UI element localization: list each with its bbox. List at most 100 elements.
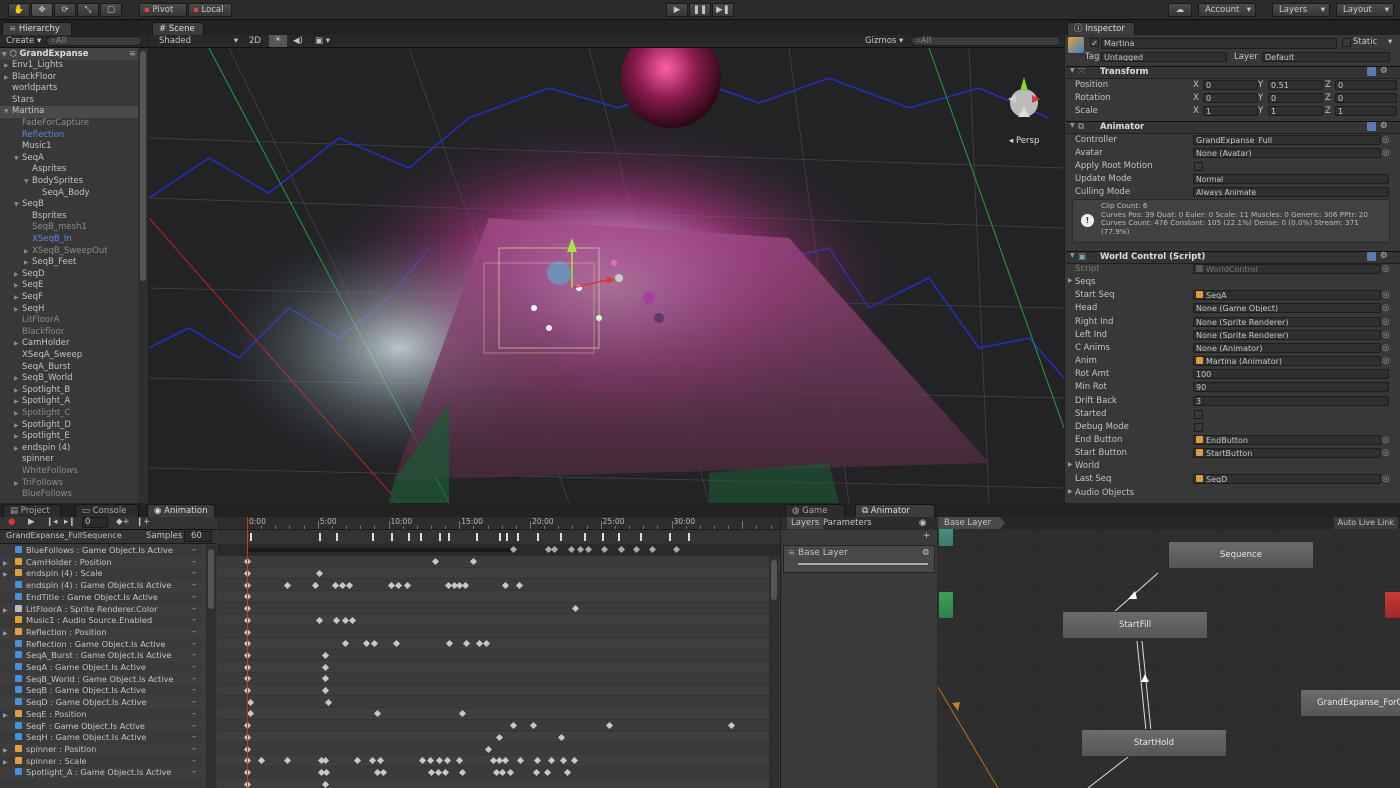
hierarchy-item[interactable]: XSeqB_In [0, 234, 138, 246]
animation-property-row[interactable]: SeqA : Game Object.Is Active – [0, 662, 210, 674]
fold-closed-icon[interactable]: ▶ [14, 478, 22, 490]
animation-property-row[interactable]: endspin (4) : Game Object.Is Active – [0, 580, 210, 592]
animation-property-row[interactable]: ▶ CamHolder : Position – [0, 556, 210, 569]
animation-event-marker[interactable] [419, 533, 422, 541]
animation-event-marker[interactable] [583, 533, 586, 541]
remove-property-icon[interactable]: – [192, 709, 196, 721]
animation-event-marker[interactable] [408, 533, 411, 541]
2d-toggle[interactable]: 2D [249, 36, 261, 46]
fold-closed-icon[interactable]: ▶ [14, 431, 22, 443]
animation-property-row[interactable]: ▶ Reflection : Position – [0, 626, 210, 639]
animator-graph[interactable]: Sequence StartFill StartHold GrandExpans… [938, 517, 1400, 788]
animation-property-row[interactable]: SeqA_Burst : Game Object.Is Active – [0, 650, 210, 662]
transform-y-field[interactable]: 1 [1268, 106, 1323, 116]
hierarchy-item[interactable]: ▶ Spotlight_C [0, 408, 138, 420]
object-picker-icon[interactable]: ◎ [1382, 289, 1389, 302]
fold-open-icon[interactable]: ▼ [14, 153, 22, 165]
script-field-value[interactable]: SeqA [1193, 290, 1381, 301]
remove-property-icon[interactable]: – [192, 697, 196, 709]
fold-closed-icon[interactable]: ▶ [14, 396, 22, 408]
scrollbar-thumb[interactable] [771, 560, 777, 600]
layers-dropdown[interactable]: Layers ▾ [1272, 3, 1330, 17]
hierarchy-item[interactable]: spinner [0, 454, 138, 466]
script-field-value[interactable]: Martina (Animator) [1193, 356, 1381, 367]
record-button[interactable]: ● [8, 517, 15, 527]
fold-closed-icon[interactable]: ▶ [14, 292, 22, 304]
playhead[interactable] [247, 517, 248, 788]
script-field-value[interactable]: None (Sprite Renderer) [1193, 316, 1381, 327]
hand-tool-button[interactable]: ✋ [8, 3, 30, 17]
transform-y-field[interactable]: 0 [1268, 93, 1323, 103]
remove-property-icon[interactable]: – [192, 545, 196, 557]
scene-viewport[interactable]: ◂ [149, 48, 1064, 503]
remove-property-icon[interactable]: – [192, 756, 196, 768]
hierarchy-item[interactable]: ▶ Spotlight_E [0, 431, 138, 443]
pivot-toggle[interactable]: ▪ Pivot [139, 3, 187, 17]
fold-open-icon[interactable]: ▼ [4, 106, 12, 118]
animation-event-marker[interactable] [391, 533, 394, 541]
animation-property-row[interactable]: ▶ spinner : Scale – [0, 755, 210, 768]
script-field-label[interactable]: Seqs [1075, 276, 1095, 289]
root-motion-checkbox[interactable] [1194, 162, 1203, 171]
animation-event-marker[interactable] [319, 533, 322, 541]
animation-property-row[interactable]: Spotlight_A : Game Object.Is Active – [0, 767, 210, 779]
prev-key-button[interactable]: ❙◂ [46, 517, 57, 527]
fold-closed-icon[interactable]: ▶ [14, 338, 22, 350]
animation-property-row[interactable]: ▶ SeqE : Position – [0, 708, 210, 721]
hierarchy-item[interactable]: XSeqA_Sweep [0, 350, 138, 362]
layer-dropdown[interactable]: Default [1262, 52, 1390, 62]
frame-field[interactable]: 0 [82, 517, 108, 528]
animation-property-row[interactable]: BlueFollows : Game Object.Is Active – [0, 545, 210, 557]
hierarchy-item[interactable]: ▶ SeqB_Feet [0, 257, 138, 269]
active-checkbox[interactable]: ✓ [1090, 38, 1099, 49]
eye-icon[interactable]: ◉ [919, 517, 926, 529]
animation-property-row[interactable]: SeqH : Game Object.Is Active – [0, 732, 210, 744]
animation-event-marker[interactable] [517, 533, 520, 541]
remove-property-icon[interactable]: – [192, 744, 196, 756]
animation-property-row[interactable]: SeqF : Game Object.Is Active – [0, 720, 210, 733]
any-state-node[interactable] [938, 591, 954, 619]
transform-x-field[interactable]: 0 [1203, 93, 1258, 103]
layer-item[interactable]: ≡ Base Layer ⚙ [783, 545, 935, 573]
breadcrumb[interactable]: Base Layer [938, 517, 1006, 529]
script-field-value[interactable]: None (Game Object) [1193, 303, 1381, 314]
summary-keyframe[interactable] [567, 545, 576, 554]
animation-event-marker[interactable] [559, 533, 562, 541]
hierarchy-item[interactable]: ▶ Spotlight_D [0, 420, 138, 432]
state-starthold[interactable]: StartHold [1081, 729, 1227, 757]
fold-open-icon[interactable]: ▼ [1070, 122, 1075, 129]
tab-project[interactable]: ▤ Project [3, 504, 61, 517]
script-field-value[interactable]: None (Animator) [1193, 342, 1381, 353]
hierarchy-search-input[interactable]: ⌕All [46, 36, 142, 46]
animator-culling-field[interactable]: Always Animate [1193, 187, 1389, 197]
animation-property-row[interactable]: ▶ endspin (4) : Scale – [0, 568, 210, 581]
shading-dropdown[interactable]: Shaded ▾ [159, 36, 238, 46]
transform-z-field[interactable]: 1 [1335, 106, 1397, 116]
transform-x-field[interactable]: 1 [1203, 106, 1258, 116]
fold-closed-icon[interactable]: ▶ [14, 408, 22, 420]
static-checkbox[interactable] [1342, 38, 1351, 47]
remove-property-icon[interactable]: – [192, 580, 196, 592]
fold-closed-icon[interactable]: ▶ [14, 304, 22, 316]
hierarchy-item[interactable]: ▶ Spotlight_B [0, 385, 138, 397]
play-button[interactable]: ▶ [666, 3, 688, 17]
static-dropdown-icon[interactable]: ▾ [1388, 37, 1392, 47]
summary-keyframe[interactable] [633, 545, 641, 554]
tab-animation[interactable]: ◉ Animation [147, 504, 215, 517]
dopesheet[interactable]: 0:00 5:00 10:00 15:00 20:00 25:00 30:00 [217, 517, 780, 788]
object-picker-icon[interactable]: ◎ [1382, 316, 1389, 329]
fold-closed-icon[interactable]: ▶ [4, 72, 12, 84]
remove-property-icon[interactable]: – [192, 685, 196, 697]
object-picker-icon[interactable]: ◎ [1382, 263, 1389, 276]
hierarchy-item[interactable]: ▶ Spotlight_A [0, 396, 138, 408]
summary-row[interactable] [217, 544, 780, 556]
rect-tool-button[interactable]: ▢ [100, 3, 122, 17]
gear-icon[interactable]: ⚙ [922, 548, 930, 558]
fold-closed-icon[interactable]: ▶ [1068, 461, 1073, 468]
object-picker-icon[interactable]: ◎ [1382, 302, 1389, 315]
script-field-value[interactable]: SeqD [1193, 474, 1381, 485]
state-startfill[interactable]: StartFill [1062, 611, 1208, 639]
create-dropdown[interactable]: Create ▾ [6, 36, 41, 46]
animation-property-row[interactable]: Reflection : Game Object.Is Active – [0, 638, 210, 651]
script-field-value[interactable]: 3 [1193, 395, 1389, 406]
